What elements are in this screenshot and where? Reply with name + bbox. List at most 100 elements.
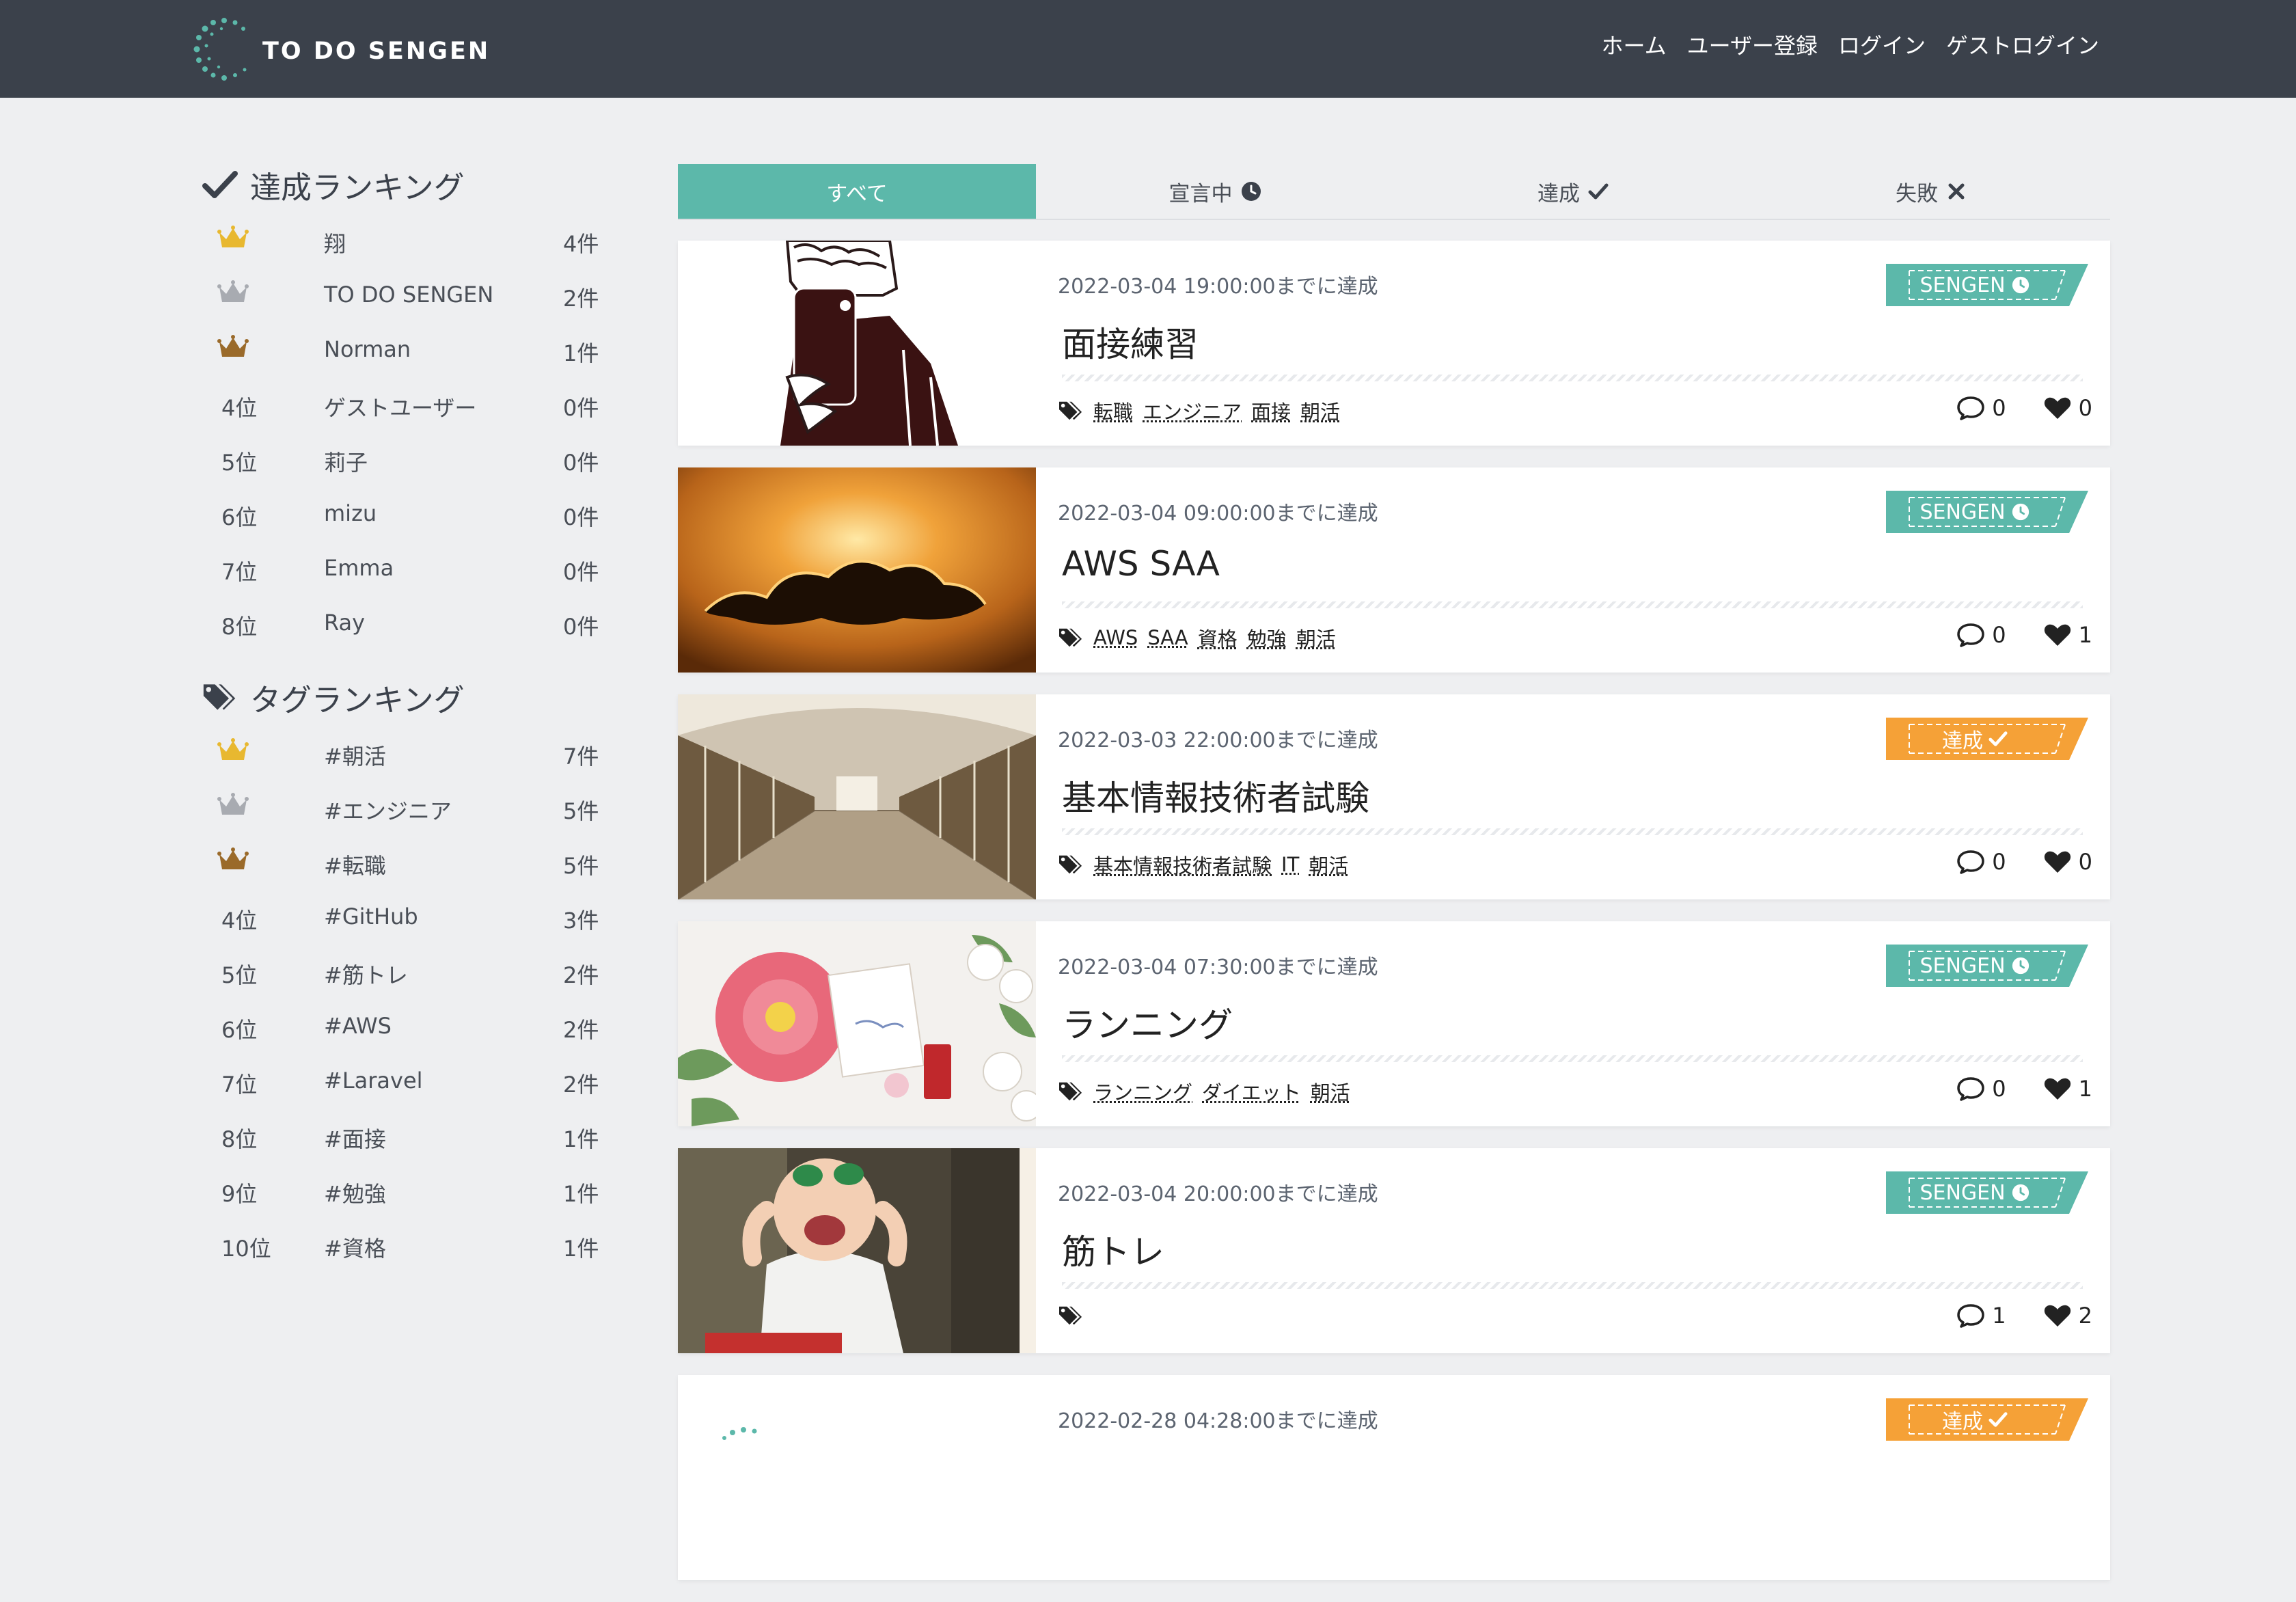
goal-title[interactable]: ランニング — [1062, 998, 1233, 1047]
divider — [1062, 375, 2083, 381]
ranking-tag[interactable]: #朝活 — [324, 739, 386, 771]
tag-link[interactable]: 資格 — [1198, 623, 1238, 652]
logo[interactable]: TO DO SENGEN — [191, 15, 490, 83]
tag-link[interactable]: 勉強 — [1247, 623, 1287, 652]
ranking-count: 3件 — [563, 904, 599, 935]
tag-link[interactable]: 基本情報技術者試験 — [1093, 850, 1272, 879]
tag-link[interactable]: 朝活 — [1309, 850, 1348, 879]
tags-icon — [1058, 853, 1084, 876]
goal-card[interactable]: 2022-02-28 04:28:00までに達成 達成 — [678, 1375, 2110, 1580]
nav-home-link[interactable]: ホーム — [1602, 29, 1667, 60]
goal-deadline: 2022-03-03 22:00:00までに達成 — [1058, 723, 1378, 753]
like-count: 1 — [2079, 622, 2092, 648]
tag-link[interactable]: エンジニア — [1143, 396, 1242, 425]
heart-icon[interactable] — [2043, 849, 2072, 875]
ranking-name[interactable]: Ray — [324, 610, 365, 636]
ranking-tag[interactable]: #AWS — [324, 1013, 392, 1039]
goal-image[interactable] — [678, 467, 1036, 673]
comment-icon[interactable] — [1956, 849, 1985, 875]
goal-card[interactable]: 2022-03-03 22:00:00までに達成 基本情報技術者試験 基本情報技… — [678, 694, 2110, 899]
tag-link[interactable]: 朝活 — [1311, 1077, 1350, 1106]
goal-card[interactable]: 2022-03-04 19:00:00までに達成 面接練習 転職 エンジニア 面… — [678, 241, 2110, 446]
status-badge: 達成 — [1886, 1398, 2088, 1441]
tag-link[interactable]: IT — [1281, 853, 1299, 876]
tab-all[interactable]: すべて — [678, 164, 1036, 219]
clock-icon — [2011, 1183, 2030, 1202]
tags-icon — [1058, 1304, 1084, 1327]
goal-image[interactable] — [678, 1148, 1036, 1353]
tab-declared[interactable]: 宣言中 — [1036, 164, 1394, 219]
ranking-name[interactable]: 莉子 — [324, 446, 368, 477]
flowers-desk-image — [678, 921, 1036, 1126]
tag-link[interactable]: AWS — [1093, 626, 1138, 649]
goal-title[interactable]: 基本情報技術者試験 — [1062, 771, 1369, 820]
nav-register-link[interactable]: ユーザー登録 — [1687, 29, 1818, 60]
tag-link[interactable]: ランニング — [1093, 1077, 1192, 1106]
goal-title[interactable]: AWS SAA — [1062, 544, 1220, 584]
ranking-tag[interactable]: #GitHub — [324, 904, 418, 929]
comment-icon[interactable] — [1956, 1076, 1985, 1102]
goal-deadline: 2022-03-04 09:00:00までに達成 — [1058, 496, 1378, 526]
ranking-name[interactable]: Norman — [324, 336, 411, 362]
nav-login-link[interactable]: ログイン — [1838, 29, 1926, 60]
goal-title[interactable]: 筋トレ — [1062, 1225, 1164, 1274]
ranking-row: 10位 #資格 1件 — [202, 1217, 612, 1271]
tag-link[interactable]: 朝活 — [1296, 623, 1336, 652]
heart-icon[interactable] — [2043, 1303, 2072, 1329]
goal-card[interactable]: 2022-03-04 07:30:00までに達成 ランニング ランニング ダイエ… — [678, 921, 2110, 1126]
check-icon — [1988, 1410, 2008, 1429]
clock-icon — [2011, 275, 2030, 295]
ranking-name[interactable]: Emma — [324, 555, 394, 581]
ranking-name[interactable]: TO DO SENGEN — [324, 282, 493, 308]
ranking-row: 9位 #勉強 1件 — [202, 1162, 612, 1217]
goal-title[interactable]: 面接練習 — [1062, 317, 1199, 366]
heart-icon[interactable] — [2043, 1076, 2072, 1102]
goal-image[interactable] — [678, 694, 1036, 899]
heart-icon[interactable] — [2043, 395, 2072, 421]
ranking-name[interactable]: 翔 — [324, 227, 346, 258]
ranking-count: 1件 — [563, 1232, 599, 1263]
goal-list: 2022-03-04 19:00:00までに達成 面接練習 転職 エンジニア 面… — [678, 241, 2110, 1602]
tab-failed[interactable]: 失敗 — [1752, 164, 2110, 219]
logo-text: TO DO SENGEN — [262, 38, 490, 65]
comment-icon[interactable] — [1956, 395, 1985, 421]
tag-link[interactable]: 転職 — [1093, 396, 1133, 425]
tag-ranking-title: タグランキング — [250, 675, 465, 720]
goal-image[interactable] — [678, 241, 1036, 446]
top-navbar: TO DO SENGEN ホーム ユーザー登録 ログイン ゲストログイン — [0, 0, 2296, 98]
tab-achieved[interactable]: 達成 — [1394, 164, 1752, 219]
goal-card[interactable]: 2022-03-04 20:00:00までに達成 筋トレ 1 2 SENGEN — [678, 1148, 2110, 1353]
ranking-tag[interactable]: #Laravel — [324, 1068, 423, 1094]
comment-icon[interactable] — [1956, 1303, 1985, 1329]
ranking-name[interactable]: mizu — [324, 500, 377, 526]
ranking-tag[interactable]: #エンジニア — [324, 794, 452, 826]
ranking-tag[interactable]: #面接 — [324, 1122, 386, 1154]
heart-icon[interactable] — [2043, 622, 2072, 648]
gold-crown-icon — [217, 224, 249, 252]
tag-link[interactable]: 面接 — [1251, 396, 1291, 425]
ranking-tag[interactable]: #勉強 — [324, 1177, 386, 1208]
ranking-row: 7位 Emma 0件 — [202, 540, 612, 595]
ranking-count: 7件 — [563, 739, 599, 771]
goal-tags — [1058, 1304, 1084, 1327]
tag-link[interactable]: SAA — [1147, 626, 1188, 649]
logo-partial-image — [678, 1375, 1036, 1580]
ranking-position: 5位 — [221, 446, 276, 477]
divider — [1062, 828, 2083, 835]
goal-card[interactable]: 2022-03-04 09:00:00までに達成 AWS SAA AWS SAA… — [678, 467, 2110, 673]
ranking-position: 7位 — [221, 1068, 276, 1099]
comment-icon[interactable] — [1956, 622, 1985, 648]
ranking-position: 10位 — [221, 1232, 276, 1263]
ranking-name[interactable]: ゲストユーザー — [324, 391, 476, 422]
goal-tags: 基本情報技術者試験 IT 朝活 — [1058, 850, 1348, 879]
ranking-tag[interactable]: #資格 — [324, 1232, 386, 1263]
tag-link[interactable]: 朝活 — [1300, 396, 1340, 425]
tag-link[interactable]: ダイエット — [1202, 1077, 1301, 1106]
ranking-position: 4位 — [221, 391, 276, 422]
goal-image[interactable] — [678, 1375, 1036, 1580]
nav-guest-login-link[interactable]: ゲストログイン — [1946, 29, 2099, 60]
goal-image[interactable] — [678, 921, 1036, 1126]
ranking-tag[interactable]: #筋トレ — [324, 958, 408, 990]
ranking-row: 6位 mizu 0件 — [202, 485, 612, 540]
ranking-tag[interactable]: #転職 — [324, 849, 386, 880]
